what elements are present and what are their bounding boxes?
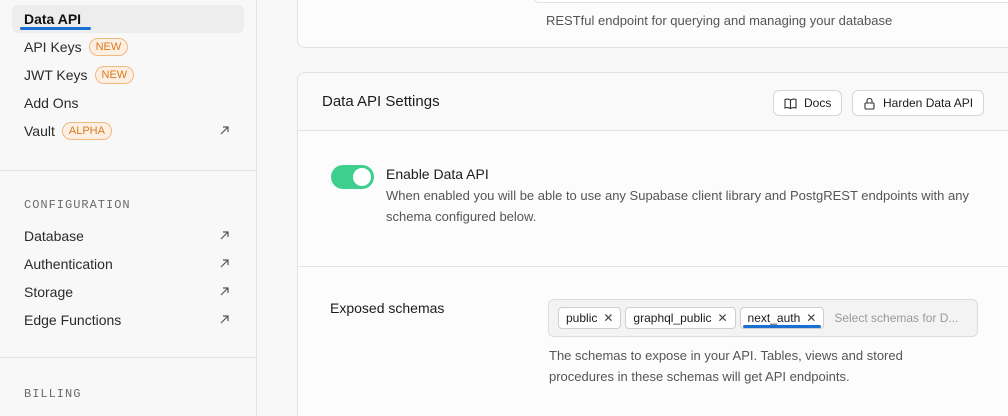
sidebar-divider [0,357,257,358]
api-url-description: RESTful endpoint for querying and managi… [546,13,893,28]
sidebar-item-edge-functions[interactable]: Edge Functions [12,306,244,334]
api-url-field[interactable] [533,0,1008,3]
exposed-schemas-select[interactable]: public ✕ graphql_public ✕ next_auth ✕ Se… [548,299,978,337]
card-title: Data API Settings [322,93,440,110]
external-link-icon [220,126,229,135]
remove-chip-icon[interactable]: ✕ [603,311,613,325]
schemas-search-placeholder[interactable]: Select schemas for D... [834,311,958,325]
enable-data-api-title: Enable Data API [386,166,489,182]
sidebar-item-label: Data API [24,11,82,27]
sidebar-item-authentication[interactable]: Authentication [12,250,244,278]
external-link-icon [220,259,229,268]
remove-chip-icon[interactable]: ✕ [806,311,816,325]
enable-data-api-toggle[interactable] [331,165,374,189]
sidebar-item-label: Vault [24,123,55,139]
sidebar-item-label: Authentication [24,256,113,272]
sidebar-item-label: Add Ons [24,95,79,111]
enable-data-api-description: When enabled you will be able to use any… [386,188,969,224]
lock-icon [864,97,875,110]
book-icon [784,98,797,109]
data-api-settings-card: Data API Settings Docs Harden Data API E… [297,72,1008,416]
sidebar-item-api-keys[interactable]: API Keys NEW [12,33,244,61]
chip-highlight-underline [743,325,821,328]
sidebar-item-vault[interactable]: Vault ALPHA [12,117,244,145]
chip-label: graphql_public [633,311,712,325]
sidebar-item-jwt-keys[interactable]: JWT Keys NEW [12,61,244,89]
new-badge: NEW [94,66,135,84]
sidebar-divider [0,170,257,171]
chip-label: next_auth [747,311,801,325]
sidebar-item-label: Storage [24,284,74,300]
configuration-heading: CONFIGURATION [24,198,131,212]
toggle-knob [353,168,371,186]
sidebar: Data API API Keys NEW JWT Keys NEW Add O… [0,0,257,416]
external-link-icon [220,315,229,324]
docs-label: Docs [804,96,832,110]
new-badge: NEW [88,38,129,56]
row-divider [298,266,1008,267]
sidebar-item-add-ons[interactable]: Add Ons [12,89,244,117]
sidebar-item-database[interactable]: Database [12,222,244,250]
alpha-badge: ALPHA [61,122,112,140]
exposed-schemas-help: The schemas to expose in your API. Table… [549,348,903,384]
sidebar-item-label: Edge Functions [24,312,122,328]
docs-button[interactable]: Docs [773,90,843,116]
sidebar-item-label: Database [24,228,84,244]
billing-heading: BILLING [24,387,82,401]
api-url-card: RESTful endpoint for querying and managi… [297,0,1008,48]
chip-label: public [566,311,598,325]
schema-chip-graphql-public: graphql_public ✕ [625,307,736,329]
harden-label: Harden Data API [883,96,974,110]
active-underline [20,27,91,30]
sidebar-item-storage[interactable]: Storage [12,278,244,306]
app-root: Data API API Keys NEW JWT Keys NEW Add O… [0,0,1008,416]
schema-chip-public: public ✕ [558,307,622,329]
harden-data-api-button[interactable]: Harden Data API [852,90,985,116]
remove-chip-icon[interactable]: ✕ [717,311,727,325]
exposed-schemas-label: Exposed schemas [330,300,445,316]
sidebar-item-label: API Keys [24,39,82,55]
external-link-icon [220,231,229,240]
external-link-icon [220,287,229,296]
card-header: Data API Settings Docs Harden Data API [298,73,1008,131]
sidebar-item-label: JWT Keys [24,67,88,83]
